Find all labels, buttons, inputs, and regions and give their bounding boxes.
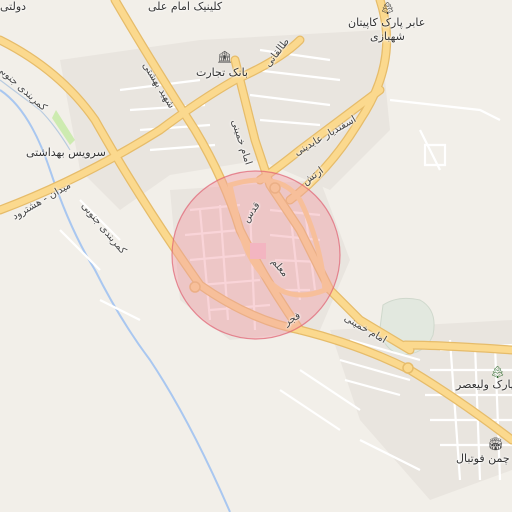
highlight-circle[interactable] [171,170,341,340]
tree-icon[interactable]: 🌲︎ [490,366,505,378]
stadium-icon[interactable]: 🏟︎ [488,438,503,450]
tree-icon[interactable]: 🌲︎ [380,2,395,14]
bank-icon[interactable]: 🏦︎ [217,51,232,63]
map-layer [0,0,512,512]
label-park[interactable]: عابر پارک کاپیتان [348,16,425,29]
roundabout-east [402,362,414,374]
label-bank[interactable]: بانک تجارت [196,66,248,79]
label-clinic[interactable]: کلینیک امام علی [148,0,222,13]
map-view[interactable]: 🏦︎ 🌲︎ 🌲︎ 🏟︎ دولتی کلینیک امام علی عابر پ… [0,0,512,512]
label-chaman[interactable]: چمن فوتبال [456,452,510,465]
label-top-left[interactable]: دولتی [0,0,26,13]
label-park-line2[interactable]: شهبازی [370,30,405,43]
label-park-vali[interactable]: پارک ولیعصر [456,378,512,391]
label-health-service[interactable]: سرویس بهداشتی [26,146,106,159]
